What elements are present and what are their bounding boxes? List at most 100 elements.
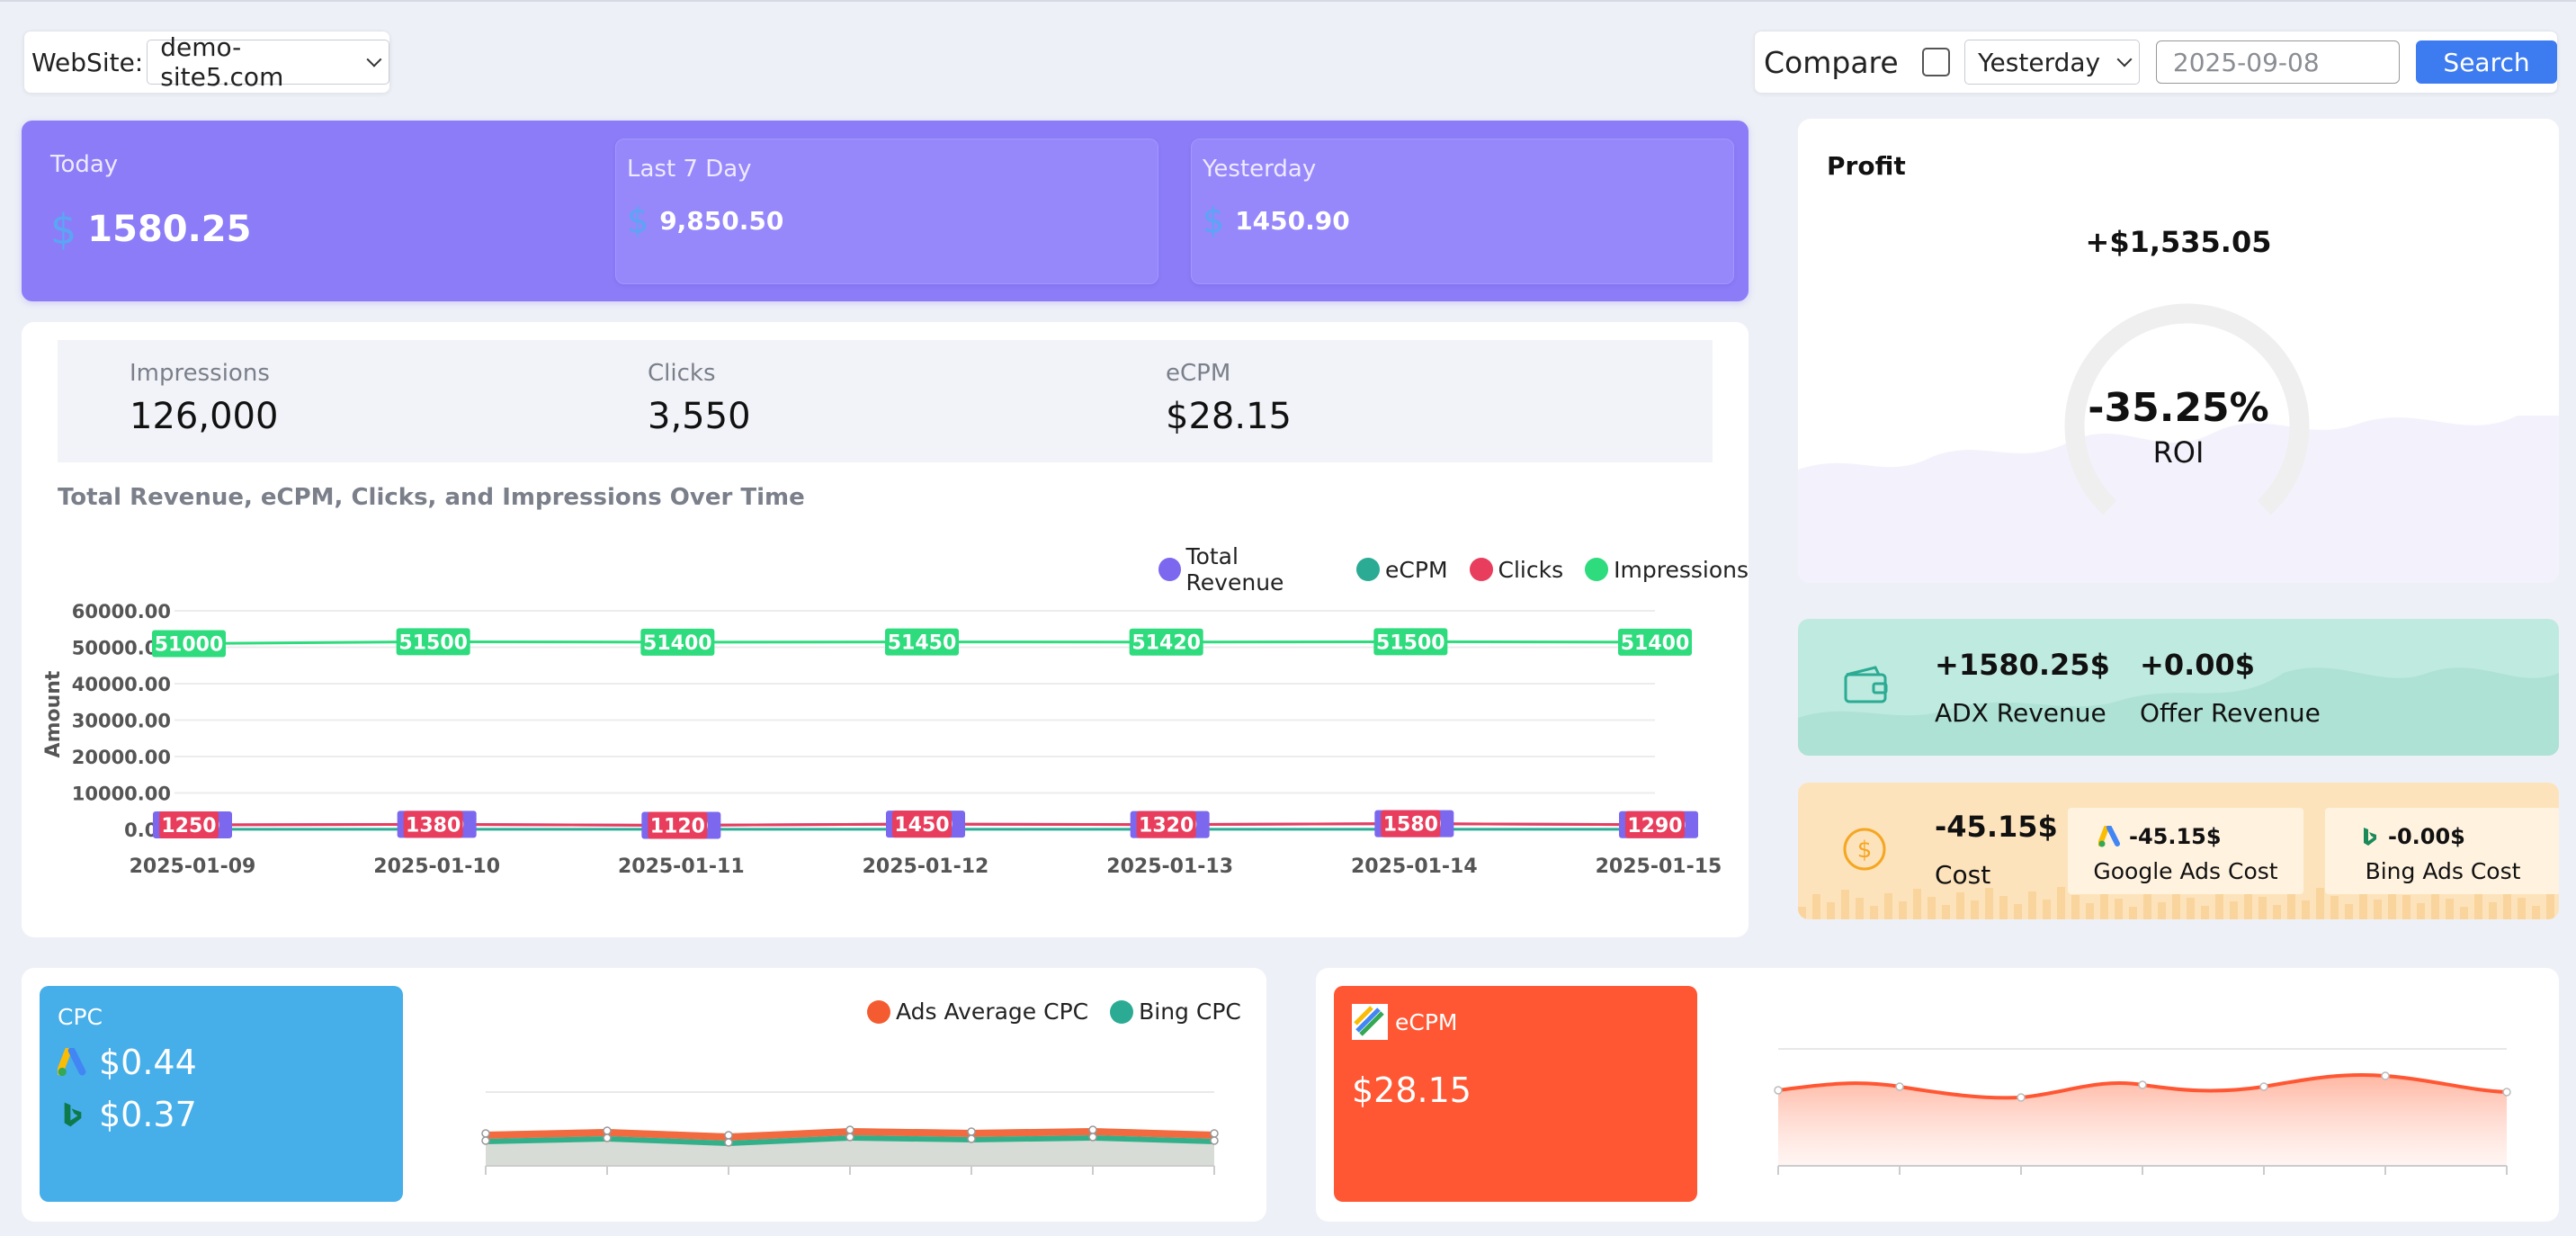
roi-value: -35.25%: [2088, 385, 2269, 431]
stripe: [2230, 901, 2238, 919]
period-select-value: Yesterday: [1978, 47, 2101, 77]
metrics-chart-card: Impressions 126,000 Clicks 3,550 eCPM $2…: [22, 322, 1749, 937]
stripe: [2460, 907, 2468, 919]
today-revenue-title: Today: [50, 151, 119, 178]
stripe: [2057, 887, 2065, 919]
roi-label: ROI: [2152, 435, 2205, 470]
stripe: [2302, 900, 2310, 919]
yesterday-revenue-value: 1450.90: [1235, 205, 1350, 236]
dollar-icon: $: [50, 205, 77, 254]
dollar-icon: $: [627, 201, 649, 240]
y-tick-label: 30000.00: [72, 711, 171, 732]
data-label: 1450: [894, 814, 949, 837]
website-select[interactable]: demo-site5.com: [147, 32, 389, 92]
stripe: [2215, 893, 2223, 919]
google-ads-cost-value: -45.15$: [2129, 824, 2222, 849]
bing-icon: [2364, 828, 2376, 846]
adx-revenue-value: +1580.25$: [1935, 648, 2110, 682]
offer-revenue-label: Offer Revenue: [2140, 698, 2321, 728]
stripe: [2345, 904, 2353, 919]
data-label: 51420: [1131, 632, 1201, 655]
last7-revenue-title: Last 7 Day: [627, 156, 752, 183]
stripe: [1928, 897, 1936, 919]
stripe: [2014, 904, 2022, 919]
adx-background-wave: [1798, 667, 2559, 756]
stripe: [2258, 897, 2267, 919]
stripe: [2143, 894, 2151, 919]
stripe: [2028, 891, 2036, 919]
stripe: [2273, 905, 2281, 919]
coin-icon: $: [1843, 828, 1886, 871]
stripe: [1812, 894, 1820, 919]
stripe: [2158, 902, 2166, 919]
wallet-icon: [1844, 666, 1888, 703]
stripe: [1942, 905, 1950, 919]
stripe: [1899, 901, 1907, 919]
x-tick-label: 2025-01-10: [373, 855, 500, 878]
today-revenue-value: 1580.25: [87, 209, 252, 250]
ecpm-area-chart: [1774, 1048, 2511, 1175]
stripe: [2546, 893, 2554, 919]
ecpm-section: eCPM $28.15: [1316, 968, 2559, 1222]
cost-card: $ -45.15$ Cost -45.15$ Google Ads Cost -…: [1798, 783, 2559, 919]
cost-label: Cost: [1935, 860, 1991, 890]
google-ads-cost-label: Google Ads Cost: [2093, 858, 2278, 884]
stripe: [1971, 900, 1979, 919]
stripe: [1999, 896, 2008, 919]
date-filter-panel: Compare Yesterday 2025-09-08 Search: [1754, 31, 2558, 94]
yesterday-revenue-title: Yesterday: [1203, 156, 1317, 183]
data-label: 1120: [650, 815, 705, 837]
stripe: [1870, 906, 1878, 919]
svg-text:$: $: [1857, 837, 1873, 864]
stripe: [2431, 891, 2439, 919]
stripe: [2187, 898, 2195, 919]
data-label: 51450: [888, 632, 957, 655]
bing-ads-cost: -0.00$ Bing Ads Cost: [2325, 808, 2559, 894]
cpc-section: CPC $0.44 $0.37 Ads Average CPC Bing CPC: [22, 968, 1266, 1222]
period-select[interactable]: Yesterday: [1964, 40, 2140, 85]
bing-ads-cost-value: -0.00$: [2388, 824, 2465, 849]
data-label: 1320: [1139, 815, 1194, 837]
compare-checkbox[interactable]: [1921, 48, 1951, 76]
data-label: 51000: [155, 633, 224, 656]
stripe: [2071, 895, 2080, 919]
date-input[interactable]: 2025-09-08: [2155, 40, 2401, 84]
last7-revenue-value: 9,850.50: [659, 205, 784, 236]
dollar-icon: $: [1203, 201, 1225, 240]
data-label: 51500: [1376, 631, 1445, 654]
y-axis-label: Amount: [42, 670, 65, 757]
x-tick-label: 2025-01-11: [618, 855, 745, 878]
website-selector-panel: WebSite: demo-site5.com: [23, 31, 390, 94]
website-select-value: demo-site5.com: [160, 32, 284, 92]
stripe: [1798, 907, 1806, 919]
stripe: [2201, 906, 2209, 919]
stripe: [2374, 900, 2382, 919]
profit-card: Profit +$1,535.05 -35.25% ROI: [1798, 119, 2559, 583]
search-button[interactable]: Search: [2416, 40, 2557, 84]
stripe: [1985, 888, 1993, 919]
stripe: [2518, 898, 2526, 919]
bing-ads-cost-label: Bing Ads Cost: [2365, 858, 2521, 884]
offer-revenue-value: +0.00$: [2140, 648, 2256, 682]
roi-gauge: [2064, 303, 2310, 515]
data-label: 1580: [1383, 814, 1438, 837]
stripe: [1913, 889, 1921, 919]
stripe: [2489, 902, 2497, 919]
x-tick-label: 2025-01-09: [130, 855, 256, 878]
y-tick-label: 60000.00: [72, 601, 171, 622]
stripe: [2417, 903, 2425, 919]
data-label: 51400: [1621, 632, 1690, 655]
website-label: WebSite:: [31, 47, 144, 77]
stripe: [2100, 891, 2108, 919]
stripe: [2446, 899, 2454, 919]
x-tick-label: 2025-01-12: [863, 855, 989, 878]
adx-revenue-card: +1580.25$ ADX Revenue +0.00$ Offer Reven…: [1798, 619, 2559, 756]
compare-label: Compare: [1764, 44, 1899, 80]
yesterday-revenue-card: Yesterday $ 1450.90: [1191, 139, 1734, 284]
adx-revenue-label: ADX Revenue: [1935, 698, 2106, 728]
stripe: [2474, 894, 2482, 919]
stripe: [1956, 892, 1964, 919]
y-tick-label: 40000.00: [72, 674, 171, 695]
google-ads-icon: [2098, 826, 2120, 847]
x-tick-label: 2025-01-13: [1106, 855, 1233, 878]
